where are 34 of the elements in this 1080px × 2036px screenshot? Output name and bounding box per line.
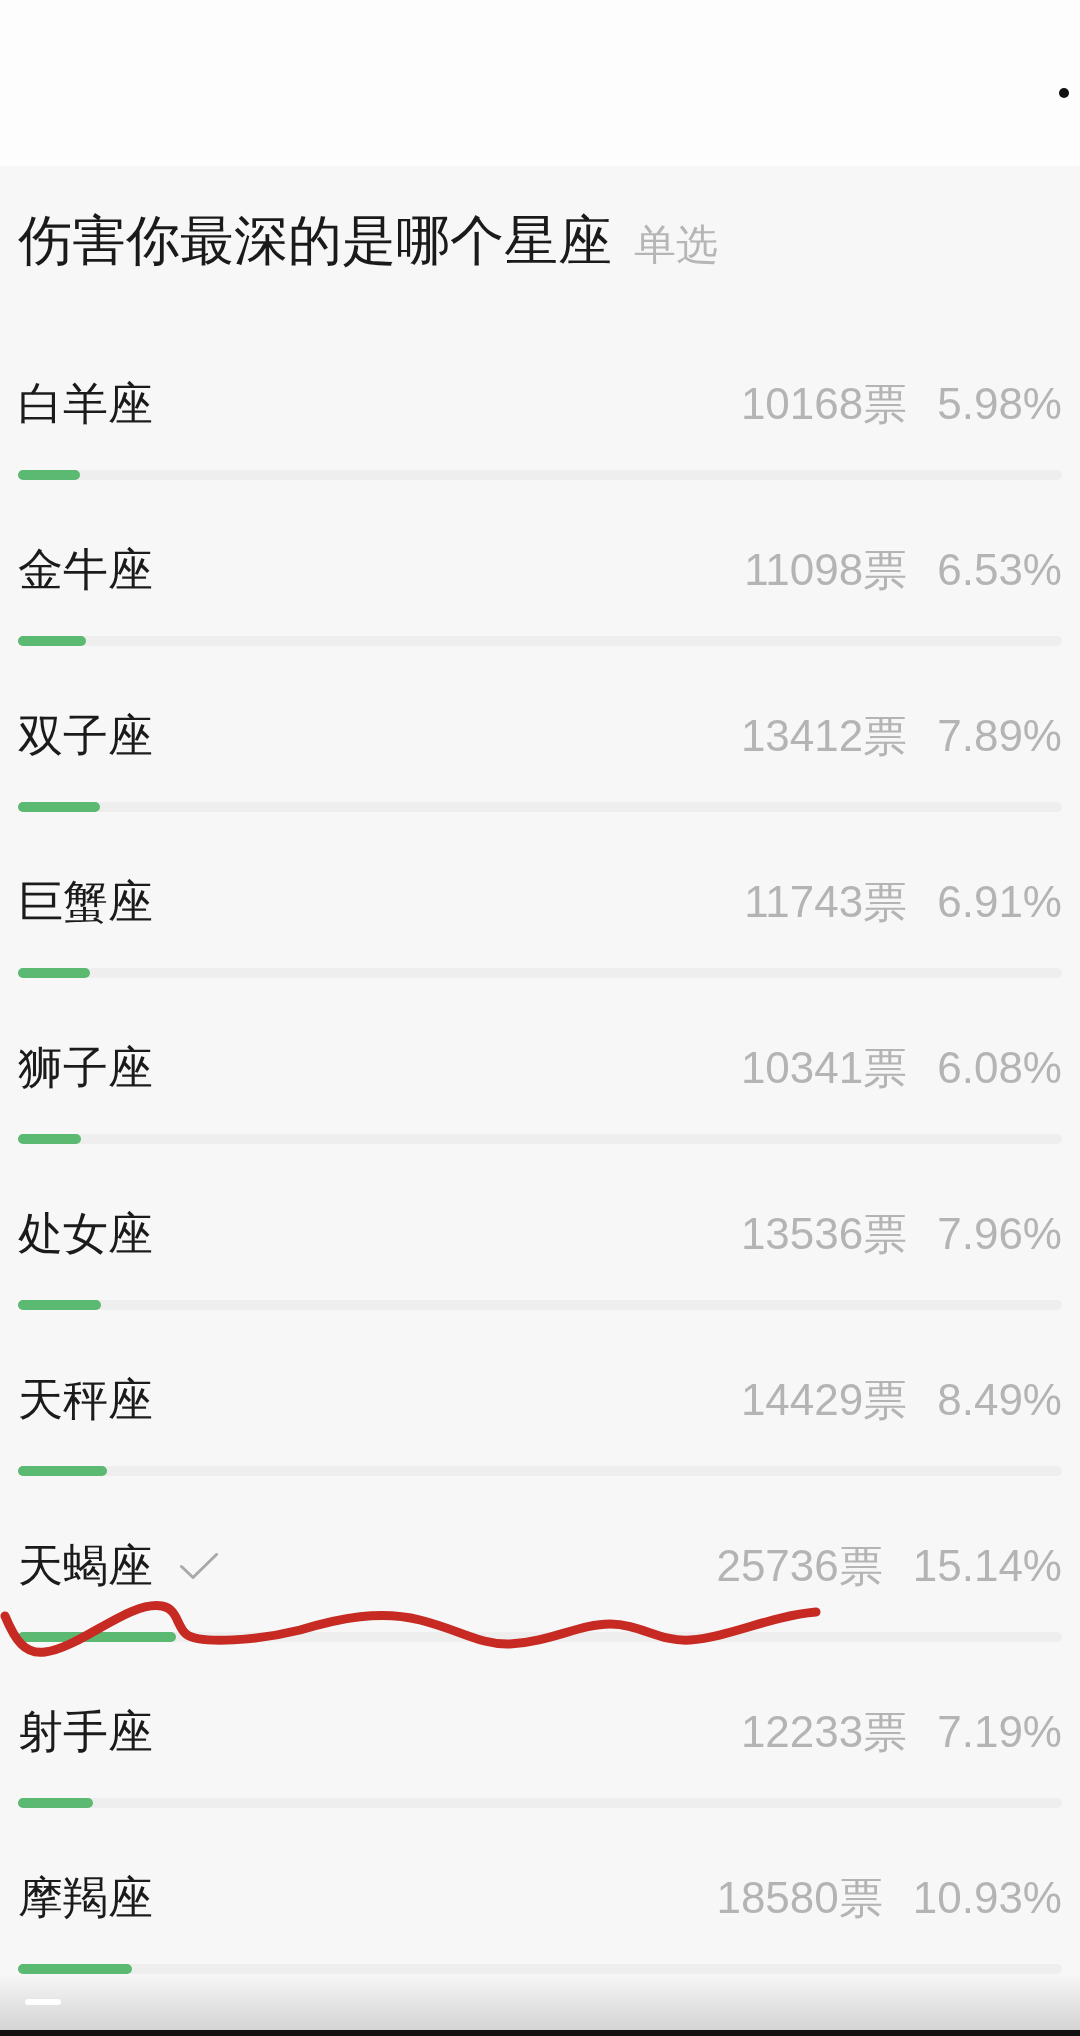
vote-count: 11098票	[744, 544, 908, 596]
vote-percent: 15.14%	[912, 1540, 1062, 1592]
vote-count: 10341票	[740, 1042, 908, 1094]
vote-percent: 7.19%	[937, 1706, 1062, 1758]
vote-percent: 6.91%	[937, 876, 1062, 928]
option-label: 巨蟹座	[18, 875, 153, 929]
option-label: 天秤座	[18, 1373, 153, 1427]
vote-count: 13536票	[740, 1208, 908, 1260]
vote-count: 25736票	[716, 1540, 883, 1592]
vote-percent: 6.53%	[937, 544, 1062, 596]
vote-count: 12233票	[740, 1706, 908, 1758]
option-label: 金牛座	[18, 543, 153, 597]
vote-percent: 7.89%	[937, 710, 1062, 762]
vote-percent: 10.93%	[912, 1872, 1062, 1924]
option-label: 射手座	[18, 1705, 153, 1759]
option-label: 天蝎座	[18, 1539, 153, 1593]
dot-icon	[1059, 88, 1069, 98]
option-label: 处女座	[18, 1207, 153, 1261]
vote-count: 18580票	[716, 1872, 883, 1924]
vote-count: 13412票	[740, 710, 908, 762]
vote-count: 14429票	[740, 1374, 908, 1426]
option-label: 狮子座	[18, 1041, 153, 1095]
option-label: 白羊座	[18, 377, 153, 431]
single-choice-tag: 单选	[634, 210, 718, 280]
option-label: 摩羯座	[18, 1871, 153, 1925]
vote-percent: 7.96%	[937, 1208, 1062, 1260]
vote-percent: 6.08%	[937, 1042, 1062, 1094]
option-label: 双子座	[18, 709, 153, 763]
handle-icon	[25, 1999, 61, 2005]
vote-count: 10168票	[740, 378, 908, 430]
vote-count: 11743票	[744, 876, 908, 928]
poll-title: 伤害你最深的是哪个星座	[18, 209, 612, 272]
vote-percent: 5.98%	[937, 378, 1062, 430]
vote-percent: 8.49%	[937, 1374, 1062, 1426]
